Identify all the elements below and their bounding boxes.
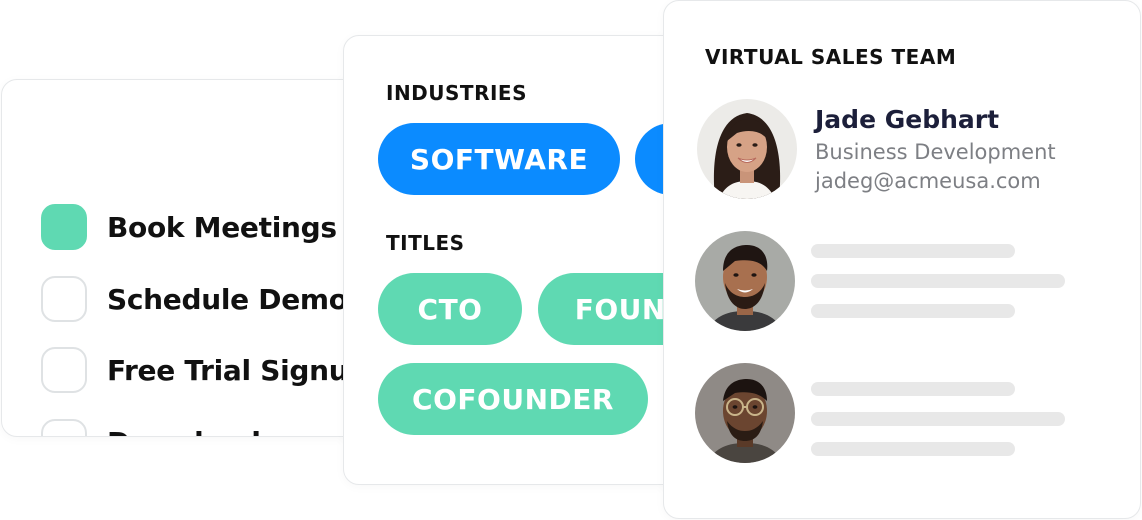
woman-portrait-icon — [697, 99, 797, 199]
titles-heading: TITLES — [386, 231, 465, 255]
goal-option-schedule-demo[interactable]: Schedule Demo — [41, 274, 348, 324]
placeholder-line — [811, 274, 1065, 288]
goal-option-download[interactable]: Download — [41, 417, 261, 437]
goal-option-book-meetings[interactable]: Book Meetings — [41, 202, 337, 252]
avatar — [697, 99, 797, 199]
industry-tag-software[interactable]: SOFTWARE — [378, 123, 620, 195]
bearded-man-portrait-icon — [695, 231, 795, 331]
placeholder-line — [811, 442, 1015, 456]
member-name: Jade Gebhart — [815, 105, 1000, 134]
sales-team-card: VIRTUAL SALES TEAM Jade Gebhart Business… — [663, 0, 1141, 519]
goal-option-free-trial-signup[interactable]: Free Trial Signup — [41, 345, 368, 395]
man-with-glasses-portrait-icon — [695, 363, 795, 463]
placeholder-line — [811, 412, 1065, 426]
placeholder-line — [811, 244, 1015, 258]
goal-label: Schedule Demo — [107, 282, 348, 316]
checkbox-unchecked[interactable] — [41, 419, 87, 436]
checkbox-unchecked[interactable] — [41, 347, 87, 393]
member-email[interactable]: jadeg@acmeusa.com — [815, 169, 1041, 193]
avatar — [695, 363, 795, 463]
placeholder-line — [811, 382, 1015, 396]
industries-heading: INDUSTRIES — [386, 81, 527, 105]
goal-label: Free Trial Signup — [107, 353, 369, 387]
team-heading: VIRTUAL SALES TEAM — [705, 45, 957, 69]
title-tag-cto[interactable]: CTO — [378, 273, 522, 345]
checkbox-unchecked[interactable] — [41, 276, 87, 322]
goal-label: Book Meetings — [107, 210, 337, 244]
placeholder-line — [811, 304, 1015, 318]
stage: Book Meetings Schedule Demo Free Trial S… — [0, 0, 1142, 520]
goal-label: Download — [107, 426, 261, 437]
title-tag-cofounder[interactable]: COFOUNDER — [378, 363, 648, 435]
avatar — [695, 231, 795, 331]
checkbox-checked[interactable] — [41, 204, 87, 250]
member-role: Business Development — [815, 140, 1056, 164]
goals-card: Book Meetings Schedule Demo Free Trial S… — [1, 79, 375, 437]
